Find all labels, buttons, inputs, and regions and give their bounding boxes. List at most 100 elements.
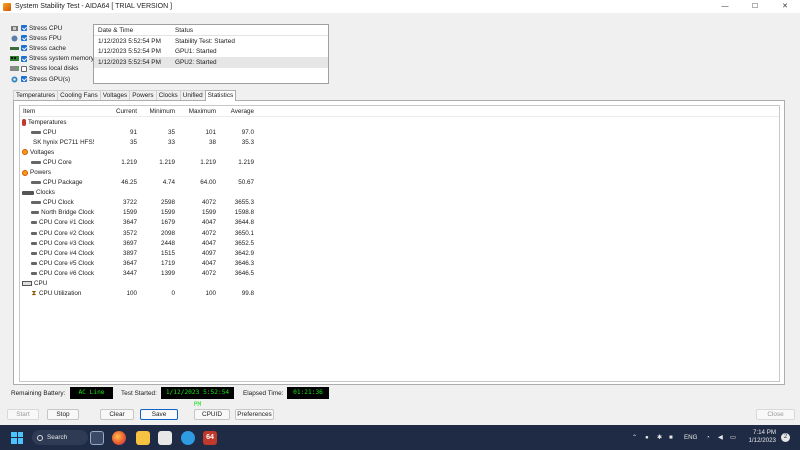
start-button[interactable]: Start [7,409,39,420]
log-col-datetime[interactable]: Date & Time [94,27,171,34]
tab-voltages[interactable]: Voltages [99,90,131,100]
log-row[interactable]: 1/12/2023 5:52:54 PM GPU2: Started [94,57,328,68]
category-row[interactable]: CPU [20,279,779,289]
taskbar-aida64[interactable]: 64 [203,430,217,445]
table-row[interactable]: CPU Core #6 Clock 3447 1399 4072 3646.5 [20,268,779,278]
status-log[interactable]: Date & Time Status 1/12/2023 5:52:54 PM … [93,24,329,84]
table-row[interactable]: CPU Core #2 Clock 3572 2098 4072 3650.1 [20,228,779,238]
item-cell: Powers [20,169,94,176]
chip-icon [31,261,38,265]
minimum-cell: 1719 [160,259,175,267]
minimize-button[interactable]: — [710,0,740,13]
col-current[interactable]: Current [94,108,138,115]
log-row[interactable]: 1/12/2023 5:52:54 PM Stability Test: Sta… [94,36,328,47]
tab-powers[interactable]: Powers [129,90,157,100]
taskbar-firefox[interactable] [112,430,126,445]
close-window-button[interactable]: ✕ [770,0,800,13]
table-row[interactable]: CPU Core #3 Clock 3697 2448 4047 3652.5 [20,238,779,248]
stress-option-memory[interactable]: Stress system memory [9,54,95,64]
stress-memory-checkbox[interactable] [21,55,27,62]
stress-cpu-checkbox[interactable] [21,25,27,32]
stress-fpu-checkbox[interactable] [21,35,27,42]
current-cell: 3647 [122,259,137,267]
taskbar-store[interactable] [158,430,172,445]
col-item[interactable]: Item [20,108,94,115]
log-row[interactable]: 1/12/2023 5:52:54 PM GPU1: Started [94,47,328,58]
stress-options: Stress CPU Stress FPU Stress cache Stres… [9,23,95,84]
table-row[interactable]: CPU Core #4 Clock 3897 1515 4097 3642.9 [20,248,779,258]
tab-unified[interactable]: Unified [179,90,206,100]
task-view-icon [90,430,104,445]
microsoft-store-icon [158,430,172,445]
col-average[interactable]: Average [217,108,255,115]
current-cell: 3697 [122,239,137,247]
taskbar-search[interactable]: Search [32,430,88,445]
category-row[interactable]: Powers [20,167,779,177]
stress-option-gpu[interactable]: Stress GPU(s) [9,74,95,84]
col-minimum[interactable]: Minimum [138,108,176,115]
tray-app-1[interactable]: ● [645,430,649,445]
taskbar-task-view[interactable] [90,430,104,445]
stress-cache-checkbox[interactable] [21,45,27,52]
table-row[interactable]: North Bridge Clock 1599 1599 1599 1598.8 [20,208,779,218]
stress-disks-checkbox[interactable] [21,65,27,72]
table-row[interactable]: CPU Core 1.219 1.219 1.219 1.219 [20,157,779,167]
status-log-header: Date & Time Status [94,25,328,36]
notification-center[interactable]: 2 [781,430,790,445]
tab-statistics[interactable]: Statistics [204,90,237,101]
minimum-cell: 1399 [160,269,175,277]
clear-button[interactable]: Clear [100,409,134,420]
tab-cooling-fans[interactable]: Cooling Fans [57,90,101,100]
maximize-button[interactable]: ☐ [740,0,770,13]
start-menu-button[interactable] [11,430,23,445]
category-row[interactable]: Clocks [20,188,779,198]
average-cell: 3646.3 [234,259,254,267]
stress-option-disks[interactable]: Stress local disks [9,64,95,74]
taskbar-file-explorer[interactable] [136,430,150,445]
language-indicator[interactable]: ENG [684,430,697,445]
current-cell: 35 [129,138,137,146]
log-col-status[interactable]: Status [171,27,328,34]
item-label: North Bridge Clock [41,209,94,217]
log-row-status: GPU2: Started [175,58,217,66]
cpuid-button[interactable]: CPUID [194,409,230,420]
table-row[interactable]: ⧗ CPU Utilization 100 0 100 99.8 [20,289,779,299]
item-label: CPU Core #3 Clock [39,239,94,247]
taskbar-app-circle[interactable] [181,430,195,445]
category-row[interactable]: Temperatures [20,117,779,127]
tab-temperatures[interactable]: Temperatures [13,90,59,100]
table-row[interactable]: CPU Core #5 Clock 3647 1719 4047 3646.3 [20,258,779,268]
table-row[interactable]: CPU Package 46.25 4.74 64.00 50.67 [20,178,779,188]
category-row[interactable]: Voltages [20,147,779,157]
stop-button[interactable]: Stop [47,409,79,420]
item-label: Voltages [30,148,55,156]
window-title: System Stability Test - AIDA64 [ TRIAL V… [15,3,173,10]
tray-app-2[interactable]: ■ [669,430,673,445]
tray-network[interactable]: ◔ [706,430,710,445]
current-cell: 3572 [122,229,137,237]
table-row[interactable]: CPU Clock 3722 2598 4072 3655.3 [20,198,779,208]
battery-icon: ▭ [730,434,736,441]
tab-clocks[interactable]: Clocks [155,90,181,100]
tray-overflow[interactable]: ⌃ [632,430,637,445]
preferences-button[interactable]: Preferences [235,409,274,420]
save-button[interactable]: Save [140,409,178,420]
stress-option-cpu[interactable]: Stress CPU [9,23,95,33]
item-cell: CPU [20,129,94,136]
tray-bluetooth[interactable]: ✱ [657,430,662,445]
stress-option-cache[interactable]: Stress cache [9,43,95,53]
table-row[interactable]: SK hynix PC711 HFS5... 35 33 38 35.3 [20,137,779,147]
stress-gpu-checkbox[interactable] [21,76,27,83]
close-button[interactable]: Close [756,409,795,420]
thermometer-icon [22,118,26,126]
voltage-icon [22,149,28,156]
col-maximum[interactable]: Maximum [176,108,217,115]
table-row[interactable]: CPU 91 35 101 97.0 [20,127,779,137]
taskbar-clock[interactable]: 7:14 PM 1/12/2023 [748,429,776,445]
tray-volume[interactable]: ◀ [718,430,723,445]
stress-option-fpu[interactable]: Stress FPU [9,33,95,43]
table-row[interactable]: CPU Core #1 Clock 3647 1679 4047 3644.8 [20,218,779,228]
item-label: CPU Core #4 Clock [39,249,94,257]
tray-battery[interactable]: ▭ [730,430,736,445]
statistics-table[interactable]: Item Current Minimum Maximum Average Tem… [19,105,780,382]
